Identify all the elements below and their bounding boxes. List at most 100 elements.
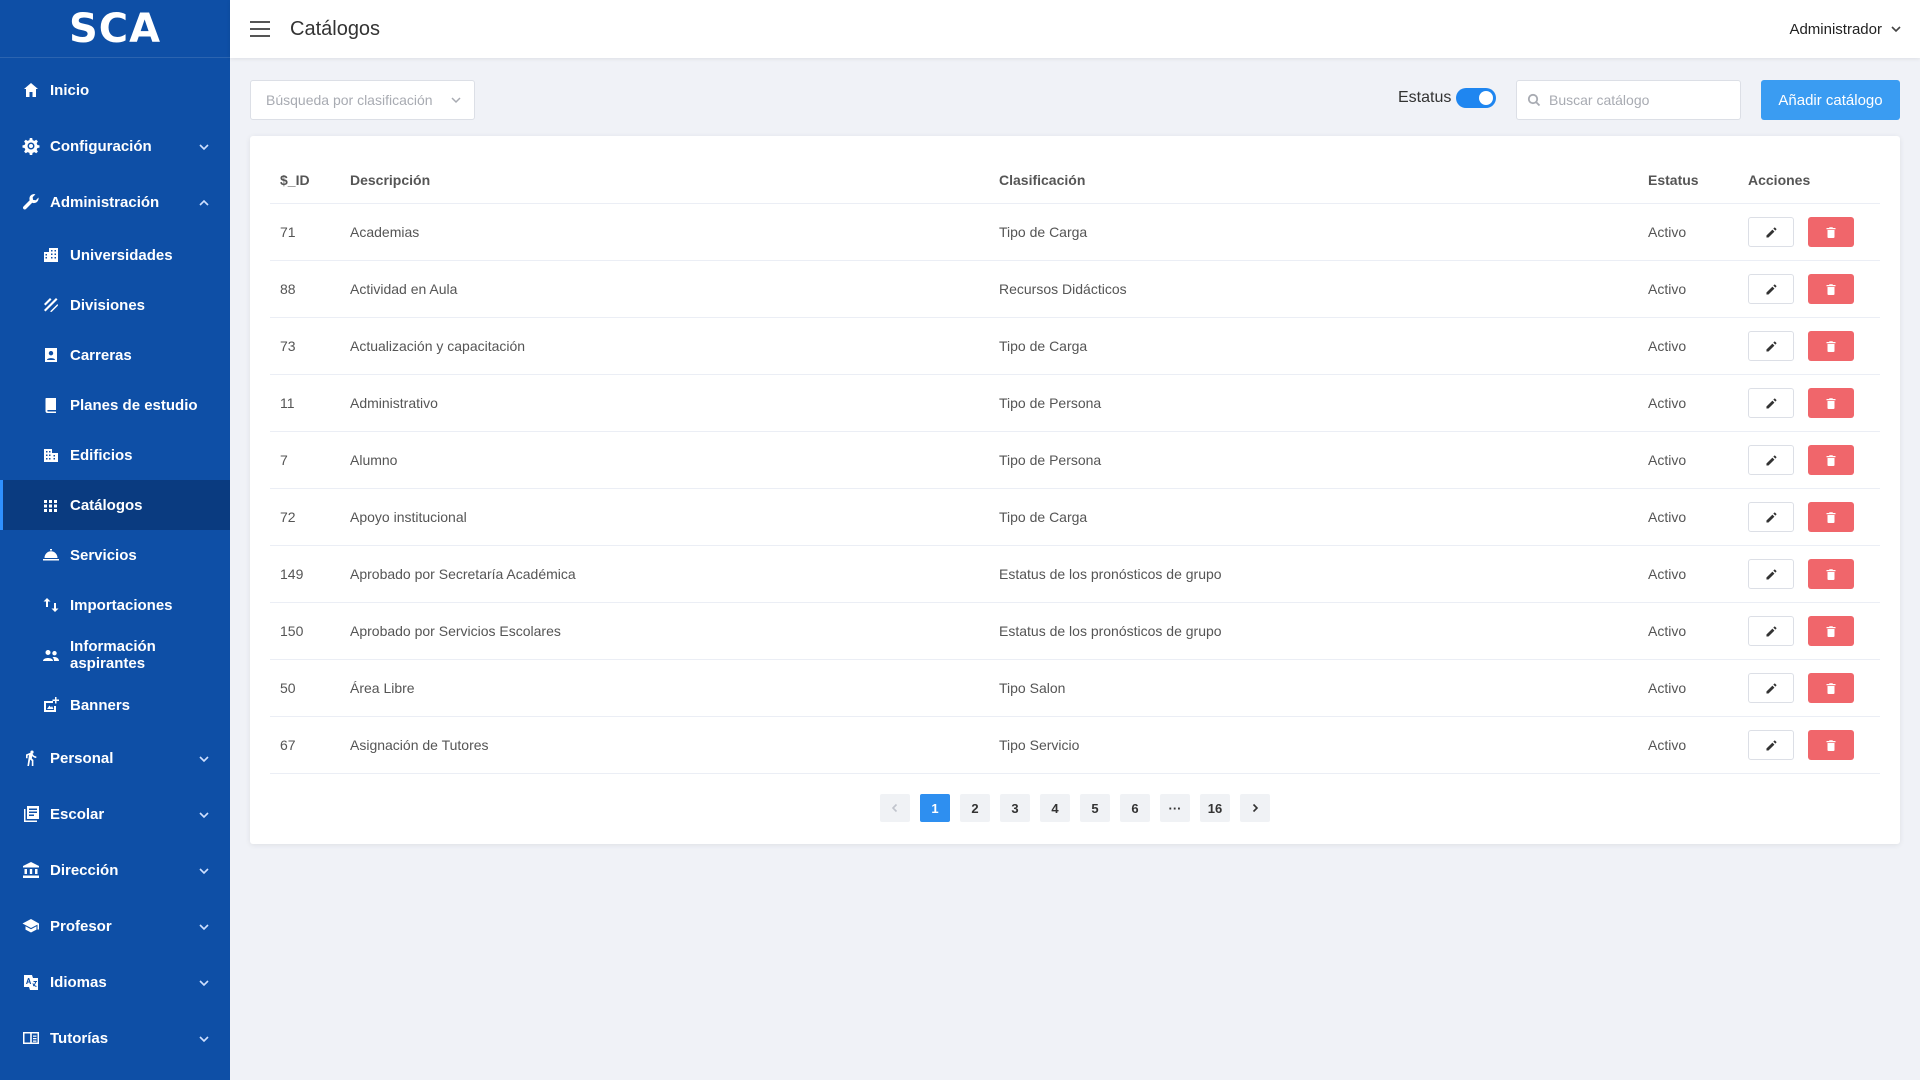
filter-placeholder: Búsqueda por clasificación [266,92,433,108]
edit-button[interactable] [1748,217,1794,247]
pagination-page[interactable]: 5 [1080,794,1110,822]
edit-button[interactable] [1748,502,1794,532]
cell-description: Apoyo institucional [350,509,467,525]
sidebar-item-label: Tutorías [50,1029,109,1047]
search-input[interactable] [1549,92,1729,108]
cell-status: Activo [1648,395,1687,411]
contact-card-icon [42,346,60,364]
cell-actions [1748,559,1878,589]
edit-button[interactable] [1748,445,1794,475]
sidebar-item-idiomas[interactable]: Idiomas [0,954,230,1010]
cell-status: Activo [1648,452,1687,468]
graduation-cap-icon [22,917,40,935]
add-catalog-button[interactable]: Añadir catálogo [1761,80,1900,120]
chevron-down-icon [198,976,210,988]
sidebar-item-label: Servicios [70,546,137,564]
chevron-down-icon [1891,26,1901,33]
cell-actions [1748,502,1878,532]
cell-status: Activo [1648,338,1687,354]
edit-button[interactable] [1748,616,1794,646]
delete-button[interactable] [1808,217,1854,247]
sidebar-item-label: Universidades [70,246,173,264]
edit-button[interactable] [1748,730,1794,760]
delete-button[interactable] [1808,331,1854,361]
table-row: 67 Asignación de Tutores Tipo Servicio Acti… [270,717,1880,774]
classification-filter-select[interactable]: Búsqueda por clasificación [250,80,475,120]
pagination-page[interactable]: 1 [920,794,950,822]
delete-button[interactable] [1808,445,1854,475]
sidebar-item-importaciones[interactable]: Importaciones [0,580,230,630]
chevron-up-icon [198,196,210,208]
sidebar-item-direccion[interactable]: Dirección [0,842,230,898]
edit-button[interactable] [1748,331,1794,361]
cell-id: 149 [280,566,304,582]
sidebar-item-inicio[interactable]: Inicio [0,62,230,118]
sidebar-item-catalogos[interactable]: Catálogos [0,480,230,530]
building-icon [42,446,60,464]
edit-button[interactable] [1748,673,1794,703]
pagination-next-button[interactable] [1240,794,1270,822]
delete-button[interactable] [1808,274,1854,304]
delete-button[interactable] [1808,502,1854,532]
sidebar-item-tutorias[interactable]: Tutorías [0,1010,230,1066]
delete-button[interactable] [1808,673,1854,703]
user-menu[interactable]: Administrador [1789,0,1902,58]
sidebar-item-profesor[interactable]: Profesor [0,898,230,954]
hamburger-menu-icon[interactable] [250,21,270,37]
sidebar-item-servicios[interactable]: Servicios [0,530,230,580]
pencil-icon [1765,455,1777,466]
cell-id: 72 [280,509,296,525]
sidebar-item-edificios[interactable]: Edificios [0,430,230,480]
delete-button[interactable] [1808,616,1854,646]
pencil-icon [1765,512,1777,523]
edit-button[interactable] [1748,559,1794,589]
top-bar: Catálogos Administrador [230,0,1920,58]
chevron-down-icon [198,752,210,764]
sidebar-item-universidades[interactable]: Universidades [0,230,230,280]
pagination-page[interactable]: 4 [1040,794,1070,822]
delete-button[interactable] [1808,730,1854,760]
sidebar-item-label: Profesor [50,917,112,935]
sidebar-item-administracion[interactable]: Administración [0,174,230,230]
column-header-actions: Acciones [1748,171,1811,188]
sidebar-item-label: Carreras [70,346,132,364]
sidebar-item-escolar[interactable]: Escolar [0,786,230,842]
page-title: Catálogos [290,17,381,40]
pagination-page[interactable]: 2 [960,794,990,822]
trash-icon [1826,454,1836,466]
service-bell-icon [42,546,60,564]
delete-button[interactable] [1808,388,1854,418]
sidebar-item-planes-de-estudio[interactable]: Planes de estudio [0,380,230,430]
cell-classification: Estatus de los pronósticos de grupo [999,623,1222,639]
sidebar-item-banners[interactable]: Banners [0,680,230,730]
sidebar-item-personal[interactable]: Personal [0,730,230,786]
cell-status: Activo [1648,623,1687,639]
library-books-icon [22,805,40,823]
sidebar-item-label: Configuración [50,137,152,155]
sidebar-item-divisiones[interactable]: Divisiones [0,280,230,330]
sidebar: SCA Inicio Configuración Administración Uni… [0,0,230,1080]
status-filter: Estatus [1398,88,1497,108]
sidebar-item-configuracion[interactable]: Configuración [0,118,230,174]
table-row: 7 Alumno Tipo de Persona Activo [270,432,1880,489]
pagination-prev-button[interactable] [880,794,910,822]
column-header-status: Estatus [1648,171,1699,188]
chevron-down-icon [198,808,210,820]
table-row: 73 Actualización y capacitación Tipo de Ca… [270,318,1880,375]
cell-description: Alumno [350,452,398,468]
table-body: 71 Academias Tipo de Carga Activo 88 Activida… [270,204,1880,774]
status-toggle[interactable] [1456,88,1497,108]
app-logo[interactable]: SCA [0,0,230,58]
sidebar-item-carreras[interactable]: Carreras [0,330,230,380]
cell-id: 50 [280,680,296,696]
pagination-more[interactable]: ··· [1160,794,1190,822]
sidebar-item-informacion-aspirantes[interactable]: Información aspirantes [0,630,230,680]
pagination-page[interactable]: 6 [1120,794,1150,822]
delete-button[interactable] [1808,559,1854,589]
edit-button[interactable] [1748,274,1794,304]
walking-person-icon [22,749,40,767]
user-name: Administrador [1789,20,1882,38]
pagination-page[interactable]: 16 [1200,794,1230,822]
pagination-page[interactable]: 3 [1000,794,1030,822]
edit-button[interactable] [1748,388,1794,418]
